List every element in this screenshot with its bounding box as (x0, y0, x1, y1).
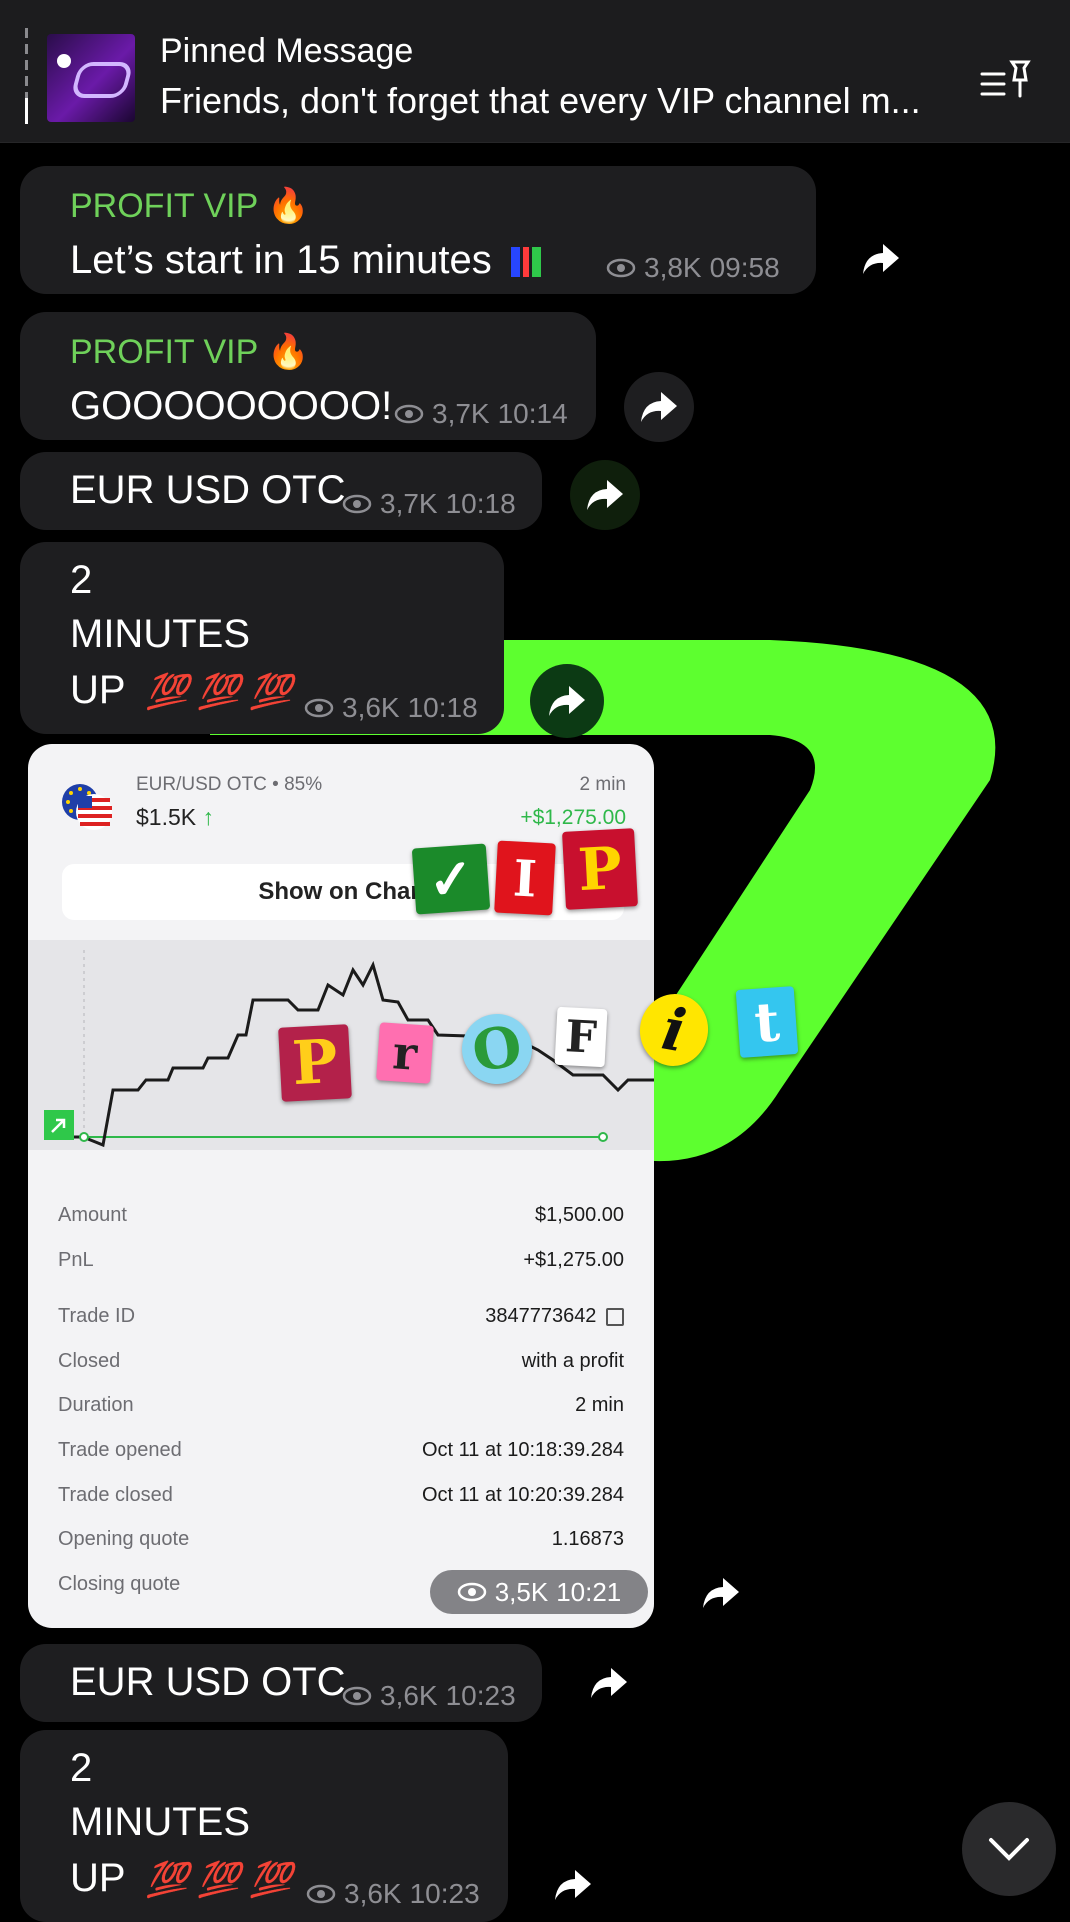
detail-row-closed: Closed with a profit (58, 1349, 624, 1372)
pinned-indicator (25, 28, 28, 124)
views-eye-icon (342, 494, 372, 514)
message-meta: 3,6K 10:23 (342, 1680, 516, 1712)
hundred-emoji-icon: 💯 💯 💯 (145, 1861, 292, 1899)
forward-arrow-icon (591, 1668, 627, 1698)
trade-duration: 2 min (579, 774, 626, 795)
message-meta: 3,7K 10:14 (394, 398, 568, 430)
views-eye-icon (342, 1686, 372, 1706)
message-text: EUR USD OTC (70, 1660, 346, 1704)
message-meta: 3,5K 10:21 (430, 1570, 648, 1614)
detail-row-amount: Amount $1,500.00 (58, 1204, 624, 1226)
sticker-letter: I (494, 840, 556, 916)
forward-arrow-icon (863, 244, 899, 274)
views-eye-icon (304, 698, 334, 718)
message-meta: 3,6K 10:18 (304, 692, 478, 724)
scroll-down-button[interactable] (962, 1802, 1056, 1896)
up-arrow-icon: ↑ (202, 804, 215, 830)
chevron-down-icon (989, 1838, 1029, 1861)
views-eye-icon (394, 404, 424, 424)
sticker-letter: r (376, 1022, 434, 1084)
trade-pnl: +$1,275.00 (520, 806, 626, 829)
copy-icon[interactable] (606, 1307, 624, 1326)
sticker-letter: ✓ (411, 843, 491, 915)
views-eye-icon (306, 1884, 336, 1904)
message-meta: 3,6K 10:23 (306, 1878, 480, 1910)
detail-row-closed-time: Trade closed Oct 11 at 10:20:39.284 (58, 1483, 624, 1506)
sticker-letter: P (278, 1024, 352, 1102)
detail-row-opening-quote: Opening quote 1.16873 (58, 1528, 624, 1551)
chart-emoji-icon (510, 247, 541, 278)
sticker-letter: F (554, 1006, 608, 1068)
pinned-title: Pinned Message (160, 32, 414, 70)
message-line: 2 (70, 1746, 93, 1790)
sticker-letter: P (562, 828, 638, 910)
message-bubble[interactable]: PROFIT VIP 🔥 Let’s start in 15 minutes 3… (20, 166, 816, 294)
forward-button[interactable] (846, 224, 916, 294)
message-line: UP 💯 💯 💯 (70, 1856, 292, 1900)
message-text: EUR USD OTC (70, 468, 346, 512)
message-line: MINUTES (70, 612, 250, 656)
forward-arrow-icon (587, 480, 623, 510)
message-bubble[interactable]: 2 MINUTES UP 💯 💯 💯 3,6K 10:18 (20, 542, 504, 734)
trade-amount: $1.5K ↑ (136, 804, 215, 830)
trade-result-card[interactable]: EUR/USD OTC • 85% $1.5K ↑ 2 min +$1,275.… (28, 744, 654, 1628)
pinned-thumbnail (47, 34, 135, 122)
sender-name: PROFIT VIP 🔥 (70, 333, 310, 371)
message-line: MINUTES (70, 1800, 250, 1844)
pin-list-icon[interactable] (978, 56, 1034, 104)
message-meta: 3,8K 09:58 (606, 252, 780, 284)
message-bubble[interactable]: EUR USD OTC 3,6K 10:23 (20, 1644, 542, 1722)
message-bubble[interactable]: 2 MINUTES UP 💯 💯 💯 3,6K 10:23 (20, 1730, 508, 1922)
pinned-message-bar[interactable]: Pinned Message Friends, don't forget tha… (0, 0, 1070, 143)
detail-row-opened: Trade opened Oct 11 at 10:18:39.284 (58, 1438, 624, 1461)
forward-arrow-icon (703, 1578, 739, 1608)
message-text: Let’s start in 15 minutes (70, 232, 541, 288)
detail-row-duration: Duration 2 min (58, 1394, 624, 1417)
forward-arrow-icon (641, 392, 677, 422)
forward-button[interactable] (570, 460, 640, 530)
message-text: GOOOOOOOOO! (70, 384, 393, 428)
message-bubble[interactable]: PROFIT VIP 🔥 GOOOOOOOOO! 3,7K 10:14 (20, 312, 596, 440)
message-bubble[interactable]: EUR USD OTC 3,7K 10:18 (20, 452, 542, 530)
forward-arrow-icon (555, 1870, 591, 1900)
forward-button[interactable] (530, 664, 604, 738)
message-line: UP 💯 💯 💯 (70, 668, 292, 712)
forward-arrow-icon (549, 686, 585, 716)
forward-button[interactable] (686, 1558, 756, 1628)
forward-button[interactable] (538, 1850, 608, 1920)
forward-button[interactable] (624, 372, 694, 442)
views-eye-icon (457, 1582, 486, 1602)
eu-us-flag-icon (62, 784, 112, 830)
forward-button[interactable] (574, 1648, 644, 1718)
sender-name: PROFIT VIP 🔥 (70, 187, 310, 225)
views-eye-icon (606, 258, 636, 278)
detail-row-pnl: PnL +$1,275.00 (58, 1248, 624, 1271)
pinned-text: Friends, don't forget that every VIP cha… (160, 80, 921, 121)
hundred-emoji-icon: 💯 💯 💯 (145, 673, 292, 711)
message-line: 2 (70, 558, 93, 602)
trade-pair: EUR/USD OTC • 85% (136, 774, 323, 795)
trade-details: Amount $1,500.00 PnL +$1,275.00 Trade ID 38… (58, 1204, 624, 1617)
message-meta: 3,7K 10:18 (342, 488, 516, 520)
sticker-letter: t (735, 986, 799, 1058)
detail-row-trade-id: Trade ID 3847773642 (58, 1305, 624, 1350)
